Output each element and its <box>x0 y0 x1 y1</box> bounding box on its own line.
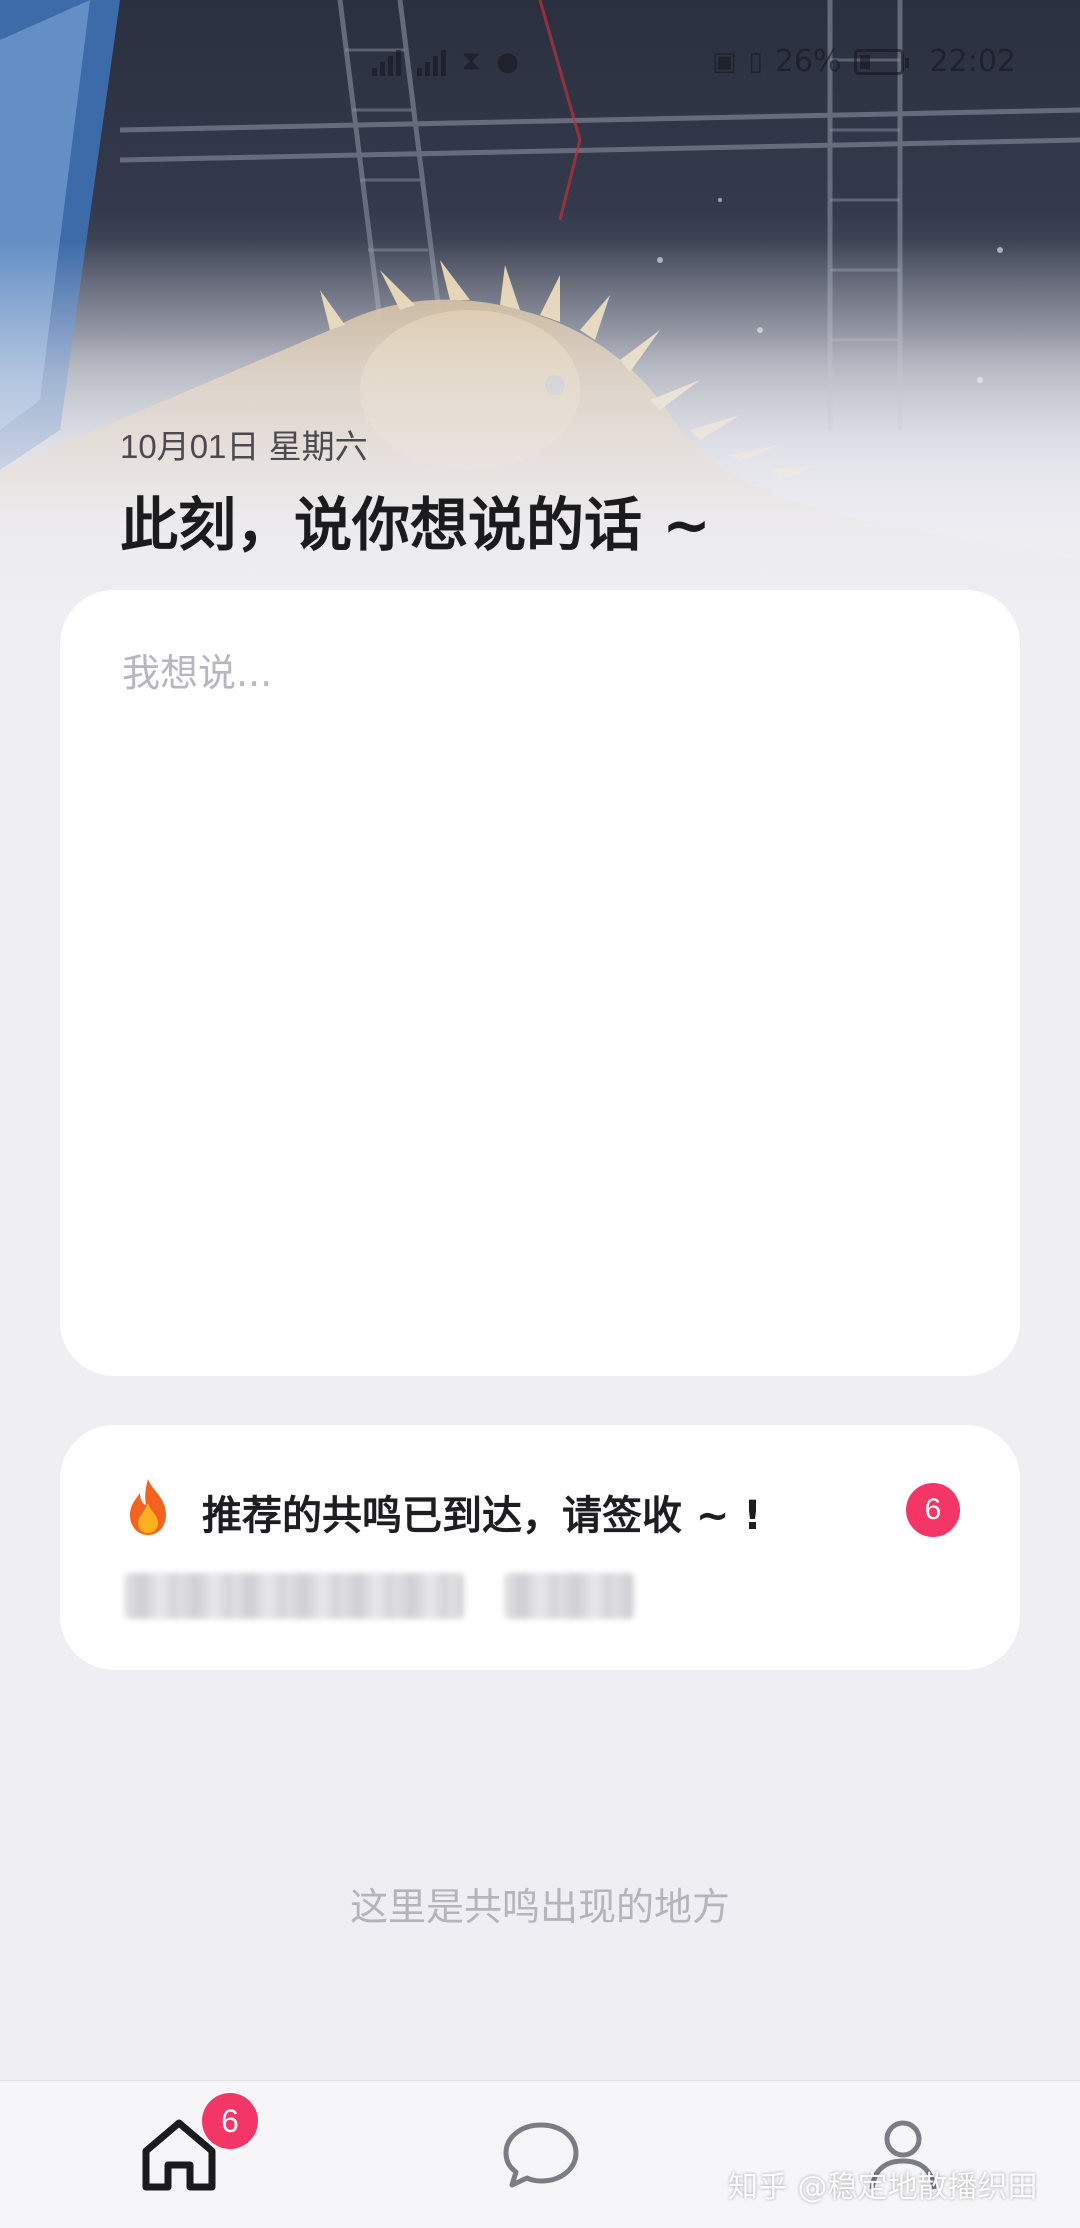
recommendation-count-badge: 6 <box>906 1483 960 1537</box>
page-title: 此刻，说你想说的话 ~ <box>120 491 711 559</box>
blurred-preview <box>124 1573 634 1623</box>
signal-strength-icon-2 <box>417 48 446 76</box>
status-bar: ⧗ ● ▣ ▯ 26% 22:02 <box>0 40 1080 90</box>
empty-state-hint: 这里是共鸣出现的地方 <box>349 1885 730 1929</box>
battery-icon <box>853 48 909 75</box>
clock: 22:02 <box>929 44 1016 79</box>
compose-input[interactable] <box>120 640 960 1320</box>
home-notification-badge: 6 <box>202 2093 258 2149</box>
watermark: 知乎 @稳定地散播织田 <box>728 2170 1038 2205</box>
signal-strength-icon <box>372 48 401 76</box>
hourglass-icon: ⧗ <box>462 46 481 76</box>
recommendation-title: 推荐的共鸣已到达，请签收 ~ ! <box>202 1493 762 1539</box>
chat-notification-icon: ● <box>496 46 519 77</box>
compose-card <box>60 590 1020 1376</box>
nfc-icon: ▣ <box>711 46 737 77</box>
chat-bubble-icon[interactable] <box>496 2109 586 2199</box>
recommendation-card[interactable]: 推荐的共鸣已到达，请签收 ~ ! 6 <box>60 1425 1020 1670</box>
fire-icon <box>130 1479 166 1535</box>
battery-percent: 26% <box>774 44 842 79</box>
vibrate-icon: ▯ <box>748 46 763 77</box>
current-date: 10月01日 星期六 <box>120 428 368 465</box>
